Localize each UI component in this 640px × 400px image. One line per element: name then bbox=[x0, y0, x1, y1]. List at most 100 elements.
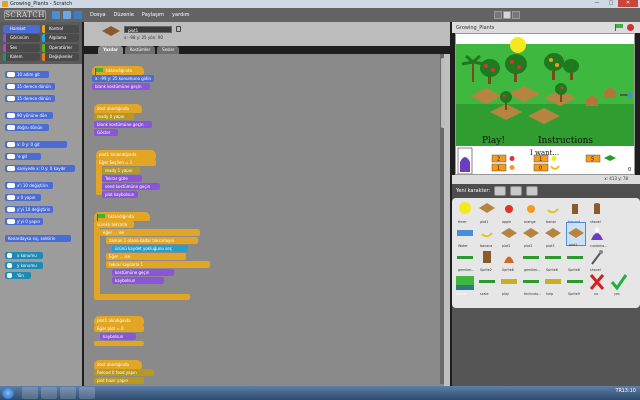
normal-stage-button[interactable] bbox=[503, 11, 511, 19]
stage-view-buttons bbox=[494, 11, 520, 19]
paint-new-sprite-button[interactable] bbox=[494, 186, 506, 196]
palette-block[interactable]: saniyede x: 0 y: 0 kaydır bbox=[5, 165, 75, 172]
clock[interactable]: 13:10 bbox=[622, 388, 636, 394]
script-block[interactable]: kaybolsun bbox=[112, 277, 164, 284]
lock-icon[interactable] bbox=[176, 26, 181, 32]
category-sensing[interactable]: Algılama bbox=[42, 34, 79, 43]
maximize-button[interactable]: □ bbox=[604, 0, 618, 7]
small-stage-button[interactable] bbox=[494, 11, 502, 19]
category-operators[interactable]: Operatörler bbox=[42, 43, 79, 52]
palette-reporter[interactable]: x konumu bbox=[5, 252, 43, 259]
script-hat-block[interactable]: tıklandığında bbox=[94, 212, 150, 221]
globe-icon[interactable] bbox=[52, 11, 60, 19]
script-block[interactable]: Göster bbox=[94, 129, 118, 136]
taskbar-app-icon[interactable] bbox=[22, 387, 38, 399]
start-button[interactable] bbox=[2, 387, 14, 399]
category-pen[interactable]: Kalem bbox=[3, 52, 40, 61]
script-block[interactable]: kostümüne geçin bbox=[112, 269, 174, 276]
tab-scripts[interactable]: Yazılar bbox=[98, 46, 123, 54]
script-block[interactable]: Eğer plot = 0 bbox=[94, 325, 144, 332]
script-block[interactable]: kaybolsun bbox=[100, 333, 136, 340]
script-block[interactable]: Tekrar gizle bbox=[102, 175, 142, 182]
tab-sounds[interactable]: Sesler bbox=[157, 46, 180, 54]
stage[interactable]: Play! Instructions I want... 2 1 1 0 5 0 bbox=[455, 33, 635, 175]
sun-icon bbox=[510, 37, 526, 53]
save-icon[interactable] bbox=[63, 11, 71, 19]
script-block[interactable]: sürekli tekrarla bbox=[94, 221, 134, 228]
menu-file[interactable]: Dosya bbox=[90, 12, 106, 18]
palette-block[interactable]: Kenardaysa sıç, sektirin bbox=[5, 235, 71, 242]
sprite-thumb-selected[interactable]: plot1 bbox=[566, 222, 586, 247]
category-looks[interactable]: Görünüm bbox=[3, 34, 40, 43]
play-label: Play! bbox=[482, 136, 505, 146]
taskbar-app-icon[interactable] bbox=[79, 387, 95, 399]
script-block[interactable]: x: -99 y: 25 konumuna gidin bbox=[92, 75, 154, 82]
script-block[interactable]: seed kostümüne geçin bbox=[102, 183, 160, 190]
palette-block[interactable]: doğru dönün bbox=[5, 124, 49, 131]
script-block[interactable]: tekrar sayılarla 1 bbox=[106, 261, 210, 268]
script-hat-block[interactable]: plot1 tıklandığında bbox=[96, 150, 156, 159]
palette-block[interactable]: x: 0 y: 0 git bbox=[5, 141, 67, 148]
script-block[interactable]: Eğer Seçilen = 1 bbox=[96, 159, 156, 166]
svg-text:0: 0 bbox=[628, 167, 631, 173]
stage-title: Growing_Plants bbox=[456, 25, 495, 31]
stop-icon[interactable] bbox=[627, 24, 634, 31]
palette-block[interactable]: 15 derece dönün bbox=[5, 95, 55, 102]
orange-icon bbox=[509, 165, 515, 170]
category-variables[interactable]: Değişkenler bbox=[42, 52, 79, 61]
palette-block[interactable]: y'yi 0 yapın bbox=[5, 218, 43, 225]
script-hat-block[interactable]: dost alındığında bbox=[94, 360, 142, 369]
script-block[interactable]: ürünü kaydet yokluğunu seç bbox=[112, 245, 188, 252]
category-sound[interactable]: Ses bbox=[3, 43, 40, 52]
palette-block[interactable]: x 0 yapın bbox=[5, 194, 41, 201]
palette-block[interactable]: y'yi 10 değiştirin bbox=[5, 206, 53, 213]
palette-block[interactable]: 15 derece dönün bbox=[5, 83, 55, 90]
palette-block[interactable]: x'i 10 değiştirin bbox=[5, 182, 53, 189]
green-flag-icon bbox=[95, 67, 104, 75]
no-icon bbox=[589, 274, 605, 290]
run-controls bbox=[615, 24, 634, 31]
script-block[interactable]: ready 0 yapın bbox=[94, 113, 134, 120]
script-block[interactable]: eğer ... ise bbox=[100, 229, 200, 236]
tab-costumes[interactable]: Kostümler bbox=[124, 46, 156, 54]
svg-text:2: 2 bbox=[497, 157, 500, 163]
taskbar-app-icon[interactable] bbox=[60, 387, 76, 399]
palette-block[interactable]: 90 yönüne dön bbox=[5, 112, 53, 119]
palette-reporter[interactable]: Yön bbox=[5, 272, 31, 279]
choose-sprite-file-button[interactable] bbox=[510, 186, 522, 196]
script-hat-block[interactable]: plot1 alındığında bbox=[94, 316, 144, 325]
taskbar-app-icon[interactable] bbox=[41, 387, 57, 399]
script-block[interactable]: blank kostümüne geçin bbox=[94, 121, 152, 128]
close-button[interactable]: ✕ bbox=[618, 0, 638, 7]
script-block[interactable]: Eğer ... ise bbox=[106, 253, 186, 260]
script-hat-block[interactable]: tıklandığında bbox=[92, 66, 144, 75]
script-block[interactable]: plot hazır yapın bbox=[94, 377, 144, 384]
apple-icon bbox=[509, 156, 515, 161]
green-flag-icon[interactable] bbox=[615, 24, 624, 31]
script-block[interactable]: plot kaybolsun bbox=[102, 191, 138, 198]
minimize-button[interactable]: — bbox=[590, 0, 604, 7]
share-icon[interactable] bbox=[74, 11, 82, 19]
category-motion[interactable]: Hareket bbox=[3, 25, 40, 33]
script-area[interactable]: tıklandığında x: -99 y: 25 konumuna gidi… bbox=[84, 54, 444, 386]
script-block[interactable]: blank kostümüne geçin bbox=[92, 83, 150, 90]
menu-share[interactable]: Paylaşım bbox=[142, 12, 164, 18]
stage-thumbnail[interactable]: Sahne bbox=[456, 276, 474, 296]
script-block[interactable]: Reload 0 food yapın bbox=[94, 369, 154, 376]
palette-block[interactable]: 10 adım git bbox=[5, 71, 49, 78]
svg-text:1: 1 bbox=[497, 166, 500, 172]
menu-edit[interactable]: Düzenle bbox=[114, 12, 134, 18]
palette-reporter[interactable]: y konumu bbox=[5, 262, 43, 269]
category-control[interactable]: Kontrol bbox=[42, 25, 79, 33]
script-block[interactable]: zaman 1 olana kadar tekrarlayın bbox=[106, 237, 198, 244]
window-title: Growing_Plants - Scratch bbox=[10, 1, 73, 7]
window-controls: — □ ✕ bbox=[590, 0, 638, 8]
palette-block[interactable]: 'e git bbox=[5, 153, 41, 160]
script-block[interactable]: ready 1 yapın bbox=[102, 167, 140, 174]
presentation-mode-button[interactable] bbox=[512, 11, 520, 19]
sprite-name-field[interactable]: plot1 bbox=[124, 26, 172, 33]
menu-help[interactable]: yardım bbox=[172, 12, 189, 18]
top-toolbar bbox=[52, 11, 82, 19]
random-sprite-button[interactable] bbox=[526, 186, 538, 196]
script-hat-block[interactable]: dost alındığında bbox=[94, 104, 142, 113]
